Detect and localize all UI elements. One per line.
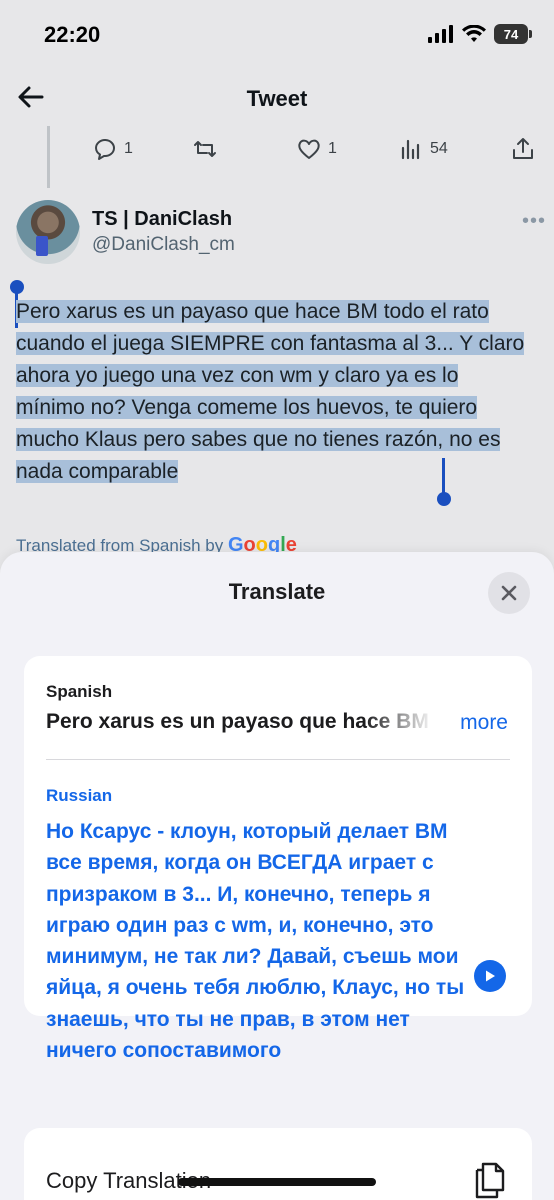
close-icon xyxy=(501,585,517,601)
selected-text: Pero xarus es un payaso que hace BM todo… xyxy=(16,300,525,483)
copy-icon xyxy=(475,1162,505,1199)
page-title: Tweet xyxy=(246,86,308,111)
author-name[interactable]: TS | DaniClash xyxy=(92,208,232,231)
views-button[interactable]: 54 xyxy=(398,136,448,162)
like-count: 1 xyxy=(328,140,337,157)
play-icon xyxy=(486,970,495,982)
reply-button[interactable]: 1 xyxy=(92,136,133,162)
thread-line xyxy=(47,126,50,188)
home-indicator[interactable] xyxy=(178,1178,376,1186)
more-link[interactable]: more xyxy=(460,711,508,735)
translated-text: Но Ксарус - клоун, который делает ВМ все… xyxy=(46,820,465,1063)
copy-translation-button[interactable]: Copy Translation xyxy=(24,1128,532,1200)
views-count: 54 xyxy=(430,140,448,157)
tweet-author: TS | DaniClash @DaniClash_cm ••• xyxy=(16,198,546,268)
translate-sheet: Translate Spanish Pero xarus es un payas… xyxy=(0,552,554,1200)
battery-indicator: 74 xyxy=(494,24,532,44)
tweet-text[interactable]: Pero xarus es un payaso que hace BM todo… xyxy=(16,296,526,488)
avatar[interactable] xyxy=(16,200,80,264)
status-bar: 22:20 74 xyxy=(0,0,554,70)
more-options-icon[interactable]: ••• xyxy=(522,210,546,233)
play-translation-button[interactable] xyxy=(474,960,506,992)
top-bar: Tweet xyxy=(0,70,554,126)
wifi-icon xyxy=(462,25,486,42)
status-icons: 74 xyxy=(428,24,532,44)
tweet-actions: 1 1 54 xyxy=(90,136,540,170)
signal-icon xyxy=(428,25,453,43)
author-handle[interactable]: @DaniClash_cm xyxy=(92,234,235,256)
tweet-body: Pero xarus es un payaso que hace BM todo… xyxy=(16,296,526,488)
like-icon xyxy=(298,139,320,159)
translation-card: Spanish Pero xarus es un payaso que hace… xyxy=(24,656,532,1062)
selection-end-handle[interactable] xyxy=(437,492,451,506)
source-language[interactable]: Spanish xyxy=(46,682,112,702)
views-icon xyxy=(401,139,420,160)
source-text-fade xyxy=(364,710,434,740)
share-button[interactable] xyxy=(510,136,536,162)
reply-icon xyxy=(95,139,115,160)
target-language[interactable]: Russian xyxy=(46,786,112,806)
share-icon xyxy=(513,138,533,159)
reply-count: 1 xyxy=(124,140,133,157)
status-time: 22:20 xyxy=(44,22,101,47)
sheet-title: Translate xyxy=(228,579,326,604)
close-button[interactable] xyxy=(488,572,530,614)
like-button[interactable]: 1 xyxy=(296,136,337,162)
divider xyxy=(46,759,510,760)
selection-end-caret xyxy=(442,458,445,496)
retweet-icon xyxy=(194,141,216,157)
retweet-button[interactable] xyxy=(192,136,218,162)
